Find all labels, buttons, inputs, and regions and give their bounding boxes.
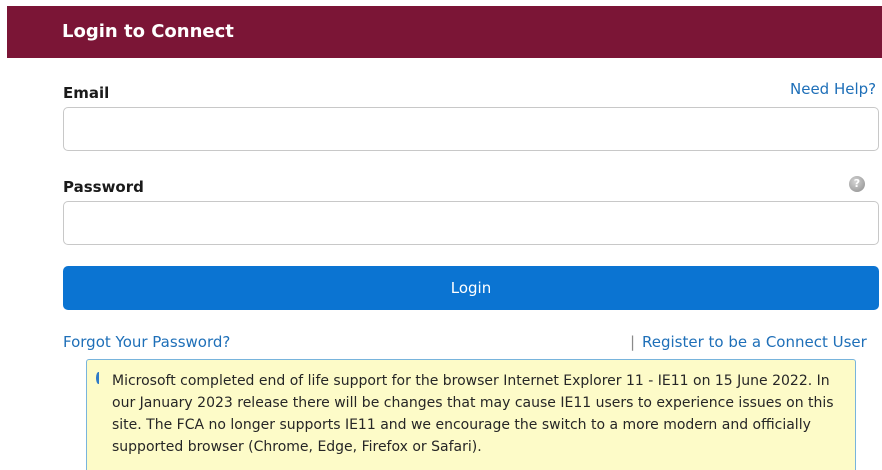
email-field[interactable] <box>63 107 879 151</box>
ie11-notice-box: Microsoft completed end of life support … <box>86 359 856 470</box>
login-button[interactable]: Login <box>63 266 879 310</box>
page-title: Login to Connect <box>62 21 234 42</box>
link-separator: | <box>630 333 636 351</box>
info-icon <box>96 372 101 384</box>
register-link[interactable]: Register to be a Connect User <box>642 333 867 351</box>
need-help-link[interactable]: Need Help? <box>790 80 876 98</box>
email-label: Email <box>63 84 110 102</box>
forgot-password-link[interactable]: Forgot Your Password? <box>63 333 230 351</box>
password-field[interactable] <box>63 201 879 245</box>
notice-text: Microsoft completed end of life support … <box>112 373 834 455</box>
password-label: Password <box>63 178 144 196</box>
help-icon[interactable]: ? <box>849 176 865 192</box>
header-bar: Login to Connect <box>7 6 882 58</box>
